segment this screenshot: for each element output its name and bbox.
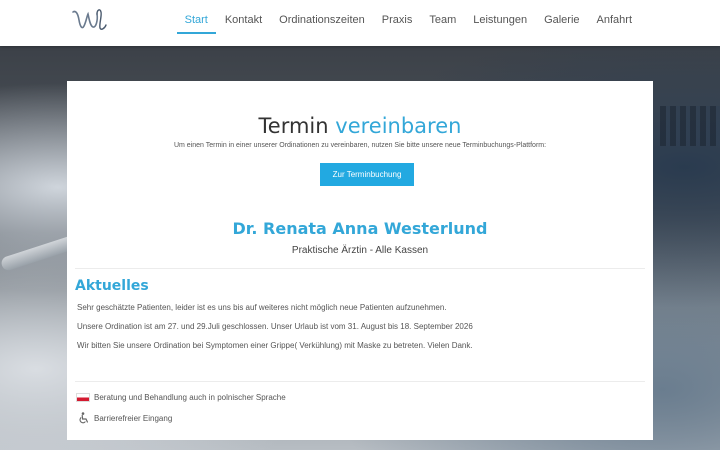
- nav-item-leistungen[interactable]: Leistungen: [465, 0, 535, 46]
- news-item: Sehr geschätzte Patienten, leider ist es…: [77, 303, 447, 312]
- nav-item-start[interactable]: Start: [176, 0, 217, 46]
- news-item: Wir bitten Sie unsere Ordination bei Sym…: [77, 341, 473, 350]
- poland-flag-icon: [76, 393, 90, 402]
- nav-item-anfahrt[interactable]: Anfahrt: [589, 0, 640, 46]
- nav-item-praxis[interactable]: Praxis: [374, 0, 421, 46]
- content-card: Termin vereinbaren Um einen Termin in ei…: [67, 81, 653, 440]
- accessible-entrance-label: Barrierefreier Eingang: [94, 413, 173, 423]
- logo[interactable]: [70, 6, 110, 34]
- booking-button[interactable]: Zur Terminbuchung: [320, 163, 414, 186]
- wheelchair-icon: [76, 412, 90, 424]
- nav-item-galerie[interactable]: Galerie: [536, 0, 587, 46]
- accessible-entrance-info: Barrierefreier Eingang: [76, 412, 172, 424]
- booking-title: Termin vereinbaren: [67, 114, 653, 138]
- site-header: Start Kontakt Ordinationszeiten Praxis T…: [0, 0, 720, 46]
- nav-item-kontakt[interactable]: Kontakt: [217, 0, 270, 46]
- doctor-specialty: Praktische Ärztin - Alle Kassen: [291, 245, 429, 256]
- booking-description: Um einen Termin in einer unserer Ordinat…: [173, 142, 547, 149]
- background-equipment: [660, 106, 720, 146]
- polish-language-info: Beratung und Behandlung auch in polnisch…: [76, 393, 286, 402]
- news-heading: Aktuelles: [75, 278, 149, 294]
- divider: [75, 381, 645, 382]
- news-item: Unsere Ordination ist am 27. und 29.Juli…: [77, 322, 473, 331]
- polish-language-label: Beratung und Behandlung auch in polnisch…: [94, 393, 286, 402]
- nav-item-team[interactable]: Team: [421, 0, 464, 46]
- nav-item-ordinationszeiten[interactable]: Ordinationszeiten: [271, 0, 373, 46]
- logo-monogram-icon: [72, 9, 107, 30]
- booking-title-part2: vereinbaren: [335, 114, 462, 138]
- divider: [75, 268, 645, 269]
- main-nav: Start Kontakt Ordinationszeiten Praxis T…: [176, 0, 640, 46]
- booking-title-part1: Termin: [258, 114, 329, 138]
- doctor-name: Dr. Renata Anna Westerlund: [232, 219, 488, 238]
